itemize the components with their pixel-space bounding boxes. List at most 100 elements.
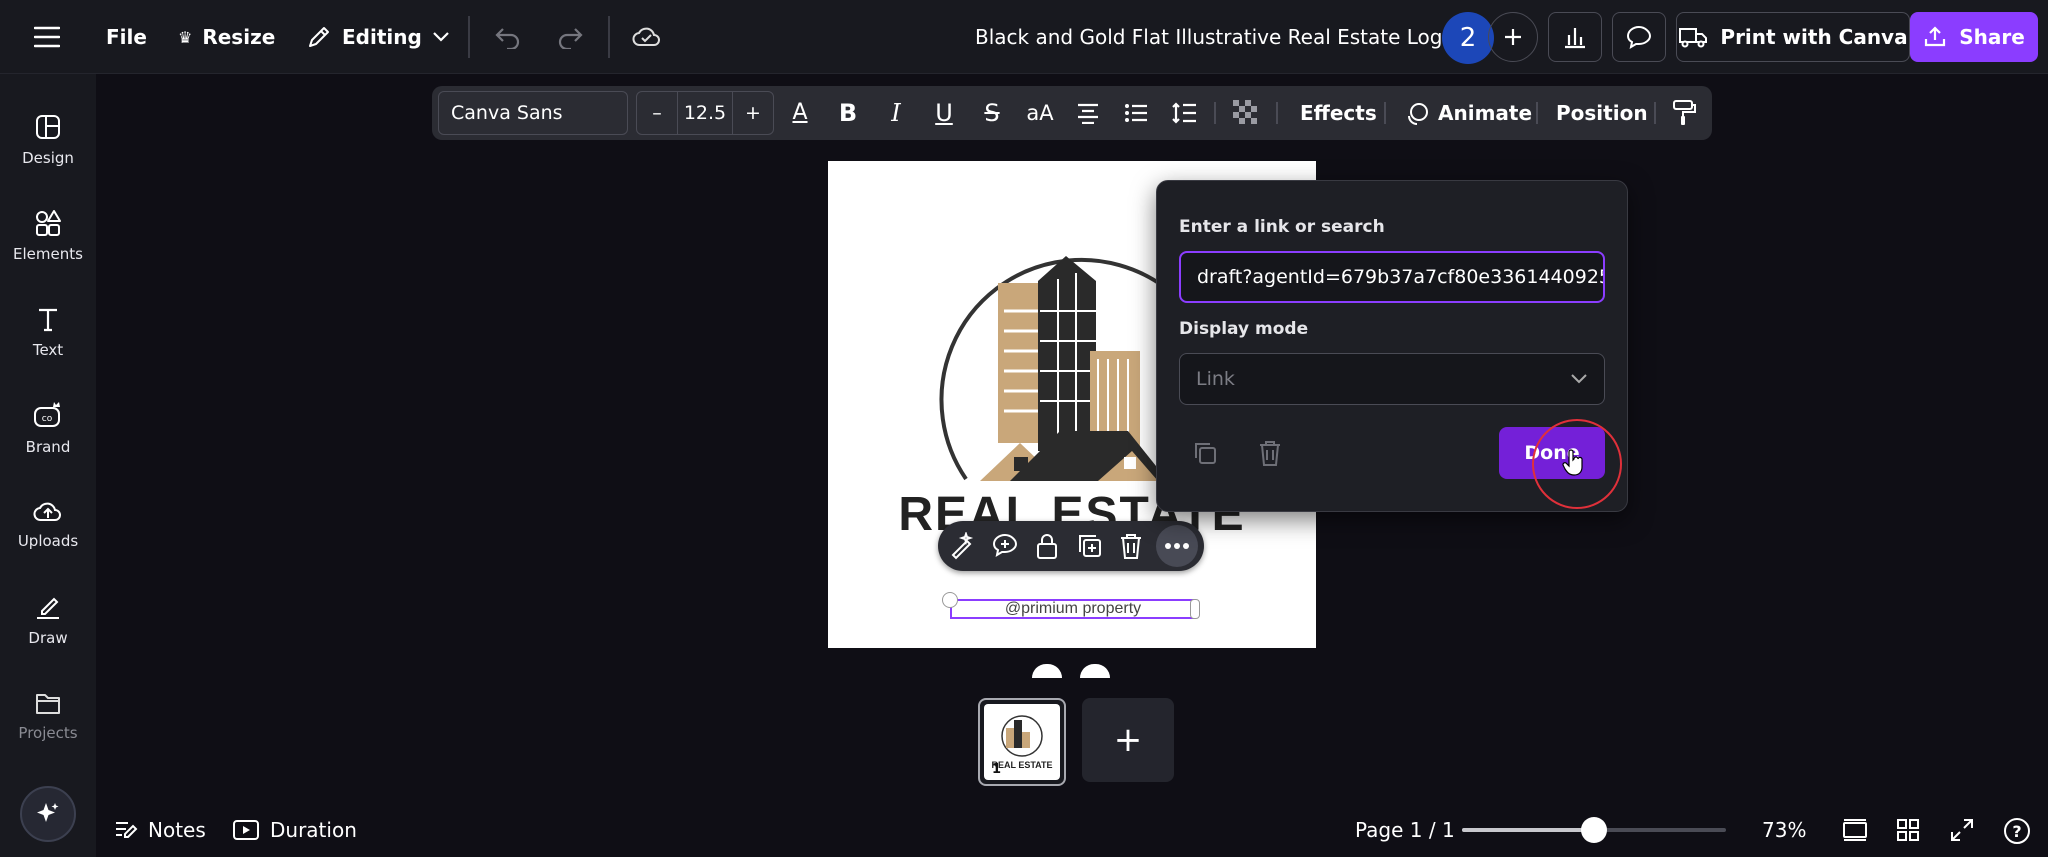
divider [1384,102,1386,124]
more-options-button[interactable] [1156,525,1198,567]
sparkle-icon [37,803,59,822]
comments-button[interactable] [1612,12,1666,62]
spacing-button[interactable] [1166,95,1202,131]
main-menu-button[interactable] [34,0,60,74]
delete-link-icon[interactable] [1257,439,1283,467]
display-mode-label: Display mode [1179,319,1309,339]
more-icon [1165,543,1189,549]
draw-icon [37,597,59,619]
text-color-button[interactable]: A [782,95,818,131]
link-input[interactable]: draft?agentId=679b37a7cf80e3361440925a [1179,251,1605,303]
decrease-font-size-button[interactable]: – [637,102,677,124]
divider [468,16,470,58]
invite-button[interactable] [1488,12,1538,62]
list-button[interactable] [1118,95,1154,131]
bold-button[interactable]: B [830,95,866,131]
sidebar-item-projects[interactable]: Projects [0,670,96,762]
resize-button[interactable]: ♛ Resize [178,0,275,74]
divider [1214,102,1216,124]
duplicate-icon[interactable] [1076,532,1104,560]
file-menu[interactable]: File [106,0,147,74]
document-title[interactable]: Black and Gold Flat Illustrative Real Es… [975,0,1455,74]
redo-icon [558,28,583,49]
italic-icon: I [891,99,901,127]
letter-case-icon: aA [1026,101,1054,125]
increase-font-size-button[interactable]: + [733,102,773,124]
lock-icon[interactable] [1034,532,1060,560]
font-family-select[interactable]: Canva Sans [438,91,628,135]
display-mode-select[interactable]: Link [1179,353,1605,405]
thumbnail-preview: REAL ESTATE 1 [984,704,1060,780]
font-size-stepper: – 12.5 + [636,91,774,135]
sidebar-item-draw[interactable]: Draw [0,574,96,666]
undo-button[interactable] [494,0,522,74]
hamburger-icon [34,26,60,48]
line-spacing-icon [1172,102,1196,124]
resize-handle-right[interactable] [1190,599,1200,619]
plus-icon: + [1113,720,1143,760]
brand-icon: co [34,402,60,427]
editing-mode-dropdown[interactable]: Editing [306,0,450,74]
transparency-button[interactable] [1228,95,1264,131]
top-bar: File ♛ Resize Editing Black and Gold Fla… [0,0,2048,74]
print-with-canva-button[interactable]: Print with Canva [1676,12,1910,62]
position-button[interactable]: Position [1556,86,1648,140]
page-indicator[interactable]: Page 1 / 1 [1355,812,1455,848]
chevron-down-icon [433,32,449,42]
bullet-list-icon [1125,104,1147,122]
redo-button[interactable] [556,0,584,74]
notes-button[interactable]: Notes [114,812,206,848]
underline-button[interactable]: U [926,95,962,131]
left-sidebar: Design Elements Text co Brand Uploads Dr… [0,74,96,857]
font-size-input[interactable]: 12.5 [677,92,733,134]
magic-edit-icon[interactable] [948,532,976,560]
sidebar-item-uploads[interactable]: Uploads [0,478,96,570]
trash-icon[interactable] [1118,532,1144,560]
alignment-button[interactable] [1070,95,1106,131]
sidebar-item-design[interactable]: Design [0,94,96,186]
duration-button[interactable]: Duration [232,812,357,848]
animate-button[interactable]: Animate [1404,86,1532,140]
rotate-handle[interactable] [942,592,958,608]
save-status-button[interactable] [632,0,662,74]
handle-text: @primium property [1004,600,1142,617]
effects-button[interactable]: Effects [1300,86,1377,140]
sidebar-item-elements[interactable]: Elements [0,190,96,282]
fullscreen-icon[interactable] [1950,818,1974,842]
pages-view-icon[interactable] [1842,819,1868,841]
page-thumbnail[interactable]: REAL ESTATE 1 [978,698,1066,786]
crown-icon: ♛ [178,27,193,47]
plus-icon [1505,29,1521,45]
add-page-button[interactable]: + [1082,698,1174,782]
underline-icon: U [935,99,953,127]
help-button[interactable]: ? [2004,818,2030,844]
elements-icon [36,210,61,236]
share-button[interactable]: Share [1910,12,2038,62]
collaborator-avatar[interactable]: 2 [1442,12,1494,64]
sidebar-item-brand[interactable]: co Brand [0,382,96,474]
zoom-percentage[interactable]: 73% [1762,812,1806,848]
play-icon [233,820,259,840]
letter-case-button[interactable]: aA [1022,95,1058,131]
magic-assistant-button[interactable] [20,786,76,842]
selected-text-box[interactable]: @primium property [950,599,1196,619]
italic-button[interactable]: I [878,95,914,131]
grid-view-icon[interactable] [1896,818,1920,842]
divider [608,16,610,58]
strikethrough-button[interactable]: S [974,95,1010,131]
copy-style-button[interactable] [1666,95,1702,131]
zoom-slider-thumb[interactable] [1581,817,1607,843]
text-icon [39,308,57,332]
insights-button[interactable] [1548,12,1602,62]
upload-icon [1925,26,1946,47]
thumbnail-page-number: 1 [992,762,1002,777]
comment-add-icon[interactable] [990,532,1020,560]
design-icon [36,115,60,139]
zoom-slider[interactable] [1462,817,1726,843]
projects-icon [36,694,60,714]
text-format-toolbar: Canva Sans – 12.5 + A B I U S aA Effects… [432,86,1712,140]
canvas-scroll-dot [1080,664,1110,678]
sidebar-item-text[interactable]: Text [0,286,96,378]
truck-icon [1679,28,1708,48]
copy-link-icon[interactable] [1191,439,1219,467]
